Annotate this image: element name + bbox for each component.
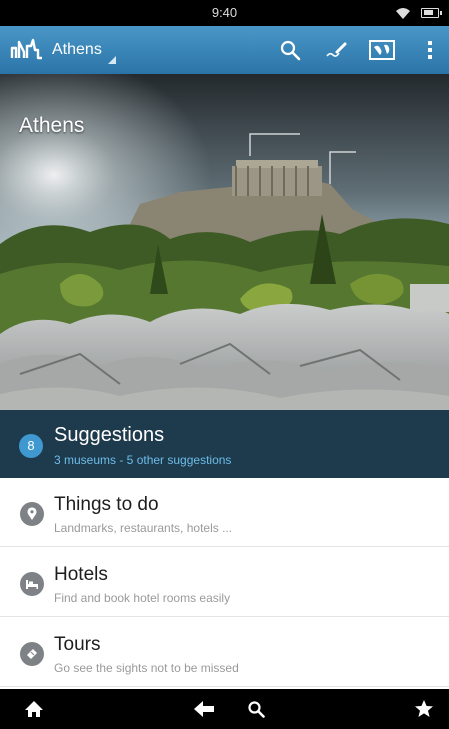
overflow-menu-button[interactable] (412, 32, 448, 68)
status-time: 9:40 (211, 5, 238, 20)
bottom-search-button[interactable] (238, 691, 274, 727)
map-pin-icon (20, 502, 44, 526)
action-bar: Athens (0, 26, 449, 74)
overflow-menu-icon (428, 41, 432, 59)
suggestions-subtitle: 3 museums - 5 other suggestions (54, 453, 232, 467)
suggestions-count-badge: 8 (19, 434, 43, 458)
app-logo-icon[interactable] (10, 36, 44, 64)
star-icon (415, 700, 433, 717)
wifi-icon (396, 8, 410, 19)
bottom-bar (0, 689, 449, 729)
action-bar-title: Athens (52, 41, 102, 58)
suggestions-title: Suggestions (54, 424, 165, 446)
list-item-subtitle: Find and book hotel rooms easily (54, 591, 231, 605)
map-button[interactable] (364, 32, 400, 68)
list-item-things-to-do[interactable]: Things to do Landmarks, restaurants, hot… (0, 478, 449, 547)
list-item-title: Things to do (54, 494, 159, 515)
back-icon (194, 701, 214, 717)
search-icon (248, 701, 265, 718)
home-button[interactable] (16, 691, 52, 727)
edit-icon (326, 42, 347, 57)
dropdown-indicator-icon (107, 56, 116, 64)
status-bar: 9:40 (0, 0, 449, 26)
list-item-subtitle: Go see the sights not to be missed (54, 661, 239, 675)
ticket-icon (20, 642, 44, 666)
search-icon (280, 40, 301, 61)
home-icon (25, 701, 43, 717)
list-item-subtitle: Landmarks, restaurants, hotels ... (54, 521, 233, 535)
suggestions-row[interactable]: 8 Suggestions 3 museums - 5 other sugges… (0, 410, 449, 478)
bed-icon (20, 572, 44, 596)
list-item-hotels[interactable]: Hotels Find and book hotel rooms easily (0, 548, 449, 617)
edit-button[interactable] (318, 32, 354, 68)
search-button[interactable] (272, 32, 308, 68)
hero-title: Athens (19, 114, 85, 137)
list-item-title: Tours (54, 634, 101, 655)
list-item-title: Hotels (54, 564, 108, 585)
map-icon (369, 40, 395, 60)
list-item-tours[interactable]: Tours Go see the sights not to be missed (0, 618, 449, 687)
favorites-button[interactable] (406, 691, 442, 727)
back-button[interactable] (186, 691, 222, 727)
hero-banner[interactable]: Athens (0, 74, 449, 410)
battery-icon (421, 8, 442, 18)
city-selector[interactable]: Athens (52, 34, 116, 66)
